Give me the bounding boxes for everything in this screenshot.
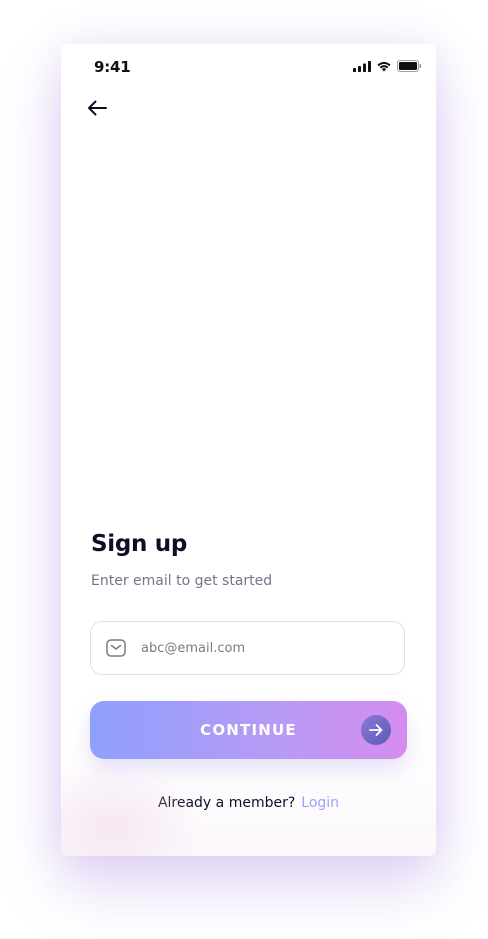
login-link[interactable]: Login: [301, 795, 339, 811]
email-field[interactable]: [90, 621, 405, 675]
back-button[interactable]: [85, 96, 109, 120]
arrow-right-icon: [361, 715, 391, 745]
wifi-icon: [377, 61, 391, 71]
footer-text: Already a member?: [157, 795, 296, 811]
stage: 9:41 Sign up Enter email to get started …: [0, 0, 488, 939]
status-icons: [353, 60, 422, 72]
continue-button-label: CONTINUE: [200, 721, 297, 739]
page-subtitle: Enter email to get started: [91, 573, 273, 589]
arrow-left-icon: [88, 100, 107, 116]
status-bar: 9:41: [61, 44, 436, 88]
mail-icon: [106, 639, 126, 657]
page-title: Sign up: [91, 531, 188, 557]
continue-button[interactable]: CONTINUE: [90, 701, 407, 759]
footer: Already a member? Login: [61, 795, 436, 811]
email-input[interactable]: [141, 622, 391, 674]
battery-icon: [397, 60, 422, 72]
cellular-signal-icon: [353, 60, 371, 72]
status-time: 9:41: [94, 58, 131, 76]
phone-screen: 9:41 Sign up Enter email to get started …: [61, 44, 436, 856]
